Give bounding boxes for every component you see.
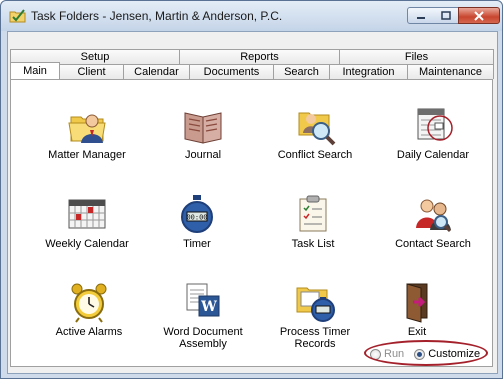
run-radio-dot[interactable] bbox=[370, 348, 381, 360]
task-list-button[interactable]: Task List bbox=[258, 192, 368, 250]
tab-client[interactable]: Client bbox=[60, 64, 124, 79]
mode-options: Run Customize bbox=[370, 345, 488, 363]
journal-button[interactable]: Journal bbox=[148, 103, 258, 161]
minimize-button[interactable] bbox=[407, 7, 434, 24]
weekly-calendar-label: Weekly Calendar bbox=[45, 238, 129, 250]
run-radio-label: Run bbox=[384, 348, 405, 360]
conflict-search-button[interactable]: Conflict Search bbox=[260, 103, 370, 161]
task-list-label: Task List bbox=[291, 238, 335, 250]
matter-manager-label: Matter Manager bbox=[48, 149, 126, 161]
word-document-icon: W bbox=[186, 283, 220, 317]
tab-maintenance[interactable]: Maintenance bbox=[408, 64, 494, 79]
tab-reports[interactable]: Reports bbox=[180, 49, 340, 64]
weekly-calendar-button[interactable]: Weekly Calendar bbox=[32, 192, 142, 250]
customize-radio-label: Customize bbox=[428, 348, 481, 360]
conflict-search-icon bbox=[298, 112, 336, 146]
tab-files[interactable]: Files bbox=[340, 49, 494, 64]
daily-calendar-button[interactable]: Daily Calendar bbox=[378, 103, 488, 161]
tab-main[interactable]: Main bbox=[10, 62, 60, 79]
exit-label: Exit bbox=[407, 326, 427, 338]
tab-integration[interactable]: Integration bbox=[330, 64, 408, 79]
conflict-search-label: Conflict Search bbox=[277, 149, 353, 161]
timer-stopwatch-icon: 00:00 bbox=[181, 195, 213, 233]
svg-text:00:00: 00:00 bbox=[186, 214, 207, 222]
contact-search-button[interactable]: Contact Search bbox=[378, 192, 488, 250]
tab-documents[interactable]: Documents bbox=[190, 64, 274, 79]
close-icon bbox=[474, 10, 484, 21]
task-list-icon bbox=[299, 195, 327, 232]
contact-search-icon bbox=[416, 199, 452, 233]
process-timer-records-label: Process Timer Records bbox=[279, 326, 351, 350]
matter-manager-icon bbox=[68, 114, 106, 143]
active-alarms-label: Active Alarms bbox=[55, 326, 123, 338]
process-timer-icon bbox=[296, 287, 335, 322]
contact-search-label: Contact Search bbox=[395, 238, 471, 250]
timer-label: Timer bbox=[183, 238, 211, 250]
word-document-assembly-label: Word Document Assembly bbox=[163, 326, 243, 350]
tab-search[interactable]: Search bbox=[274, 64, 330, 79]
matter-manager-button[interactable]: Matter Manager bbox=[32, 103, 142, 161]
title-bar[interactable]: Task Folders - Jensen, Martin & Anderson… bbox=[1, 1, 502, 31]
journal-label: Journal bbox=[184, 149, 222, 161]
window-title: Task Folders - Jensen, Martin & Anderson… bbox=[31, 9, 283, 23]
maximize-icon bbox=[440, 11, 451, 20]
word-document-assembly-button[interactable]: W Word Document Assembly bbox=[148, 280, 258, 350]
run-radio[interactable]: Run bbox=[370, 348, 404, 360]
customize-radio[interactable]: Customize bbox=[414, 348, 480, 360]
active-alarms-button[interactable]: Active Alarms bbox=[34, 280, 144, 338]
customize-radio-dot[interactable] bbox=[414, 348, 426, 360]
journal-book-icon bbox=[184, 112, 222, 144]
daily-calendar-label: Daily Calendar bbox=[396, 149, 470, 161]
tab-row-front: Main Client Calendar Documents Search In… bbox=[10, 62, 494, 79]
weekly-calendar-icon bbox=[68, 199, 106, 229]
folder-check-icon bbox=[9, 9, 26, 23]
tab-row-back: Setup Reports Files bbox=[10, 49, 494, 64]
minimize-icon bbox=[416, 16, 425, 19]
alarm-clock-icon bbox=[71, 283, 107, 323]
tab-calendar[interactable]: Calendar bbox=[124, 64, 190, 79]
daily-calendar-icon bbox=[417, 108, 453, 141]
close-button[interactable] bbox=[458, 7, 500, 24]
exit-door-icon bbox=[406, 283, 428, 323]
process-timer-records-button[interactable]: Process Timer Records bbox=[260, 280, 370, 350]
exit-button[interactable]: Exit bbox=[362, 280, 472, 338]
timer-button[interactable]: 00:00 Timer bbox=[142, 192, 252, 250]
maximize-button[interactable] bbox=[433, 7, 459, 24]
svg-text:W: W bbox=[200, 299, 217, 315]
